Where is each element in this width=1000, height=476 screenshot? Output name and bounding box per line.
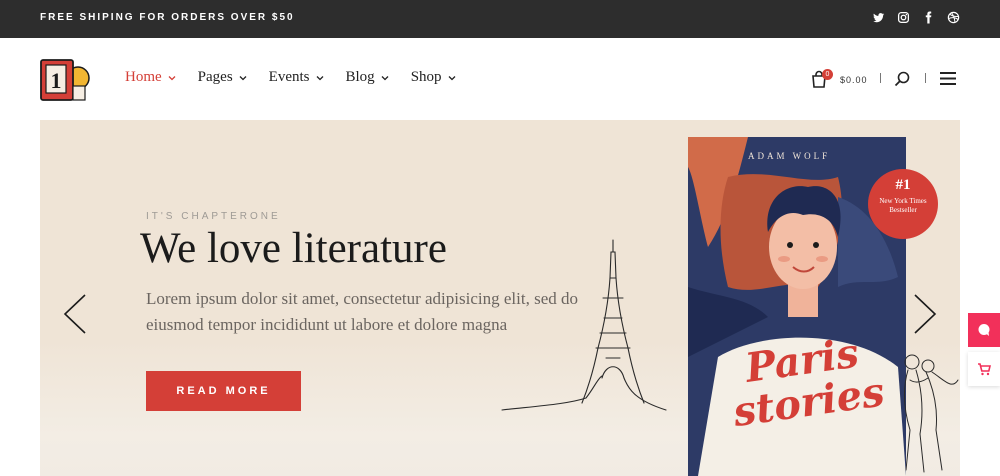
main-nav: Home Pages Events Blog Shop <box>125 69 478 86</box>
nav-item-home[interactable]: Home <box>125 69 176 86</box>
bestseller-badge: #1 New York Times Bestseller <box>868 169 938 239</box>
twitter-icon[interactable] <box>872 11 885 24</box>
chevron-down-icon <box>239 74 247 82</box>
nav-item-blog[interactable]: Blog <box>346 69 389 86</box>
chevron-down-icon <box>168 74 176 82</box>
nav-item-label: Shop <box>410 69 442 85</box>
shopping-cart-icon <box>978 363 991 376</box>
cart-count-badge: 0 <box>822 69 833 80</box>
nav-item-label: Pages <box>197 69 233 85</box>
dribbble-icon[interactable] <box>947 11 960 24</box>
hero-headline: We love literature <box>140 225 447 272</box>
chat-support-tab[interactable] <box>968 313 1000 347</box>
nav-item-events[interactable]: Events <box>269 69 324 86</box>
header-divider <box>880 73 881 83</box>
eiffel-tower-illustration <box>498 238 668 418</box>
slider-next-arrow-icon[interactable] <box>912 293 938 335</box>
search-icon[interactable] <box>894 71 910 87</box>
couple-sketch-illustration <box>898 350 960 476</box>
read-more-button[interactable]: READ MORE <box>146 371 301 411</box>
instagram-icon[interactable] <box>897 11 910 24</box>
shipping-promo: FREE SHIPING FOR ORDERS OVER $50 <box>40 12 295 23</box>
top-bar: FREE SHIPING FOR ORDERS OVER $50 <box>0 0 1000 38</box>
menu-icon[interactable] <box>940 72 956 85</box>
chevron-down-icon <box>448 74 456 82</box>
chevron-down-icon <box>316 74 324 82</box>
site-logo[interactable]: 1 <box>40 58 90 102</box>
chevron-down-icon <box>381 74 389 82</box>
chat-bubble-icon <box>978 324 990 336</box>
book-author: ADAM WOLF <box>748 151 831 161</box>
hero-eyebrow: IT'S CHAPTERONE <box>146 211 281 222</box>
badge-rank: #1 <box>895 177 911 193</box>
floating-cart-tab[interactable] <box>968 352 1000 386</box>
site-header: 1 Home Pages Events Blog Shop 0 $0.00 <box>0 38 1000 120</box>
cart-total[interactable]: $0.00 <box>840 75 868 85</box>
logo-numeral: 1 <box>51 68 62 93</box>
nav-item-label: Home <box>125 69 162 85</box>
nav-item-label: Blog <box>345 69 375 85</box>
nav-item-label: Events <box>268 69 310 85</box>
nav-item-shop[interactable]: Shop <box>411 69 456 86</box>
social-links <box>872 11 960 24</box>
header-divider <box>925 73 926 83</box>
badge-text: New York Times Bestseller <box>879 197 927 214</box>
book-title: Paris stories <box>730 329 888 437</box>
nav-item-pages[interactable]: Pages <box>198 69 247 86</box>
facebook-icon[interactable] <box>922 11 935 24</box>
hero-slider: IT'S CHAPTERONE We love literature Lorem… <box>40 120 960 476</box>
slider-prev-arrow-icon[interactable] <box>62 293 88 335</box>
